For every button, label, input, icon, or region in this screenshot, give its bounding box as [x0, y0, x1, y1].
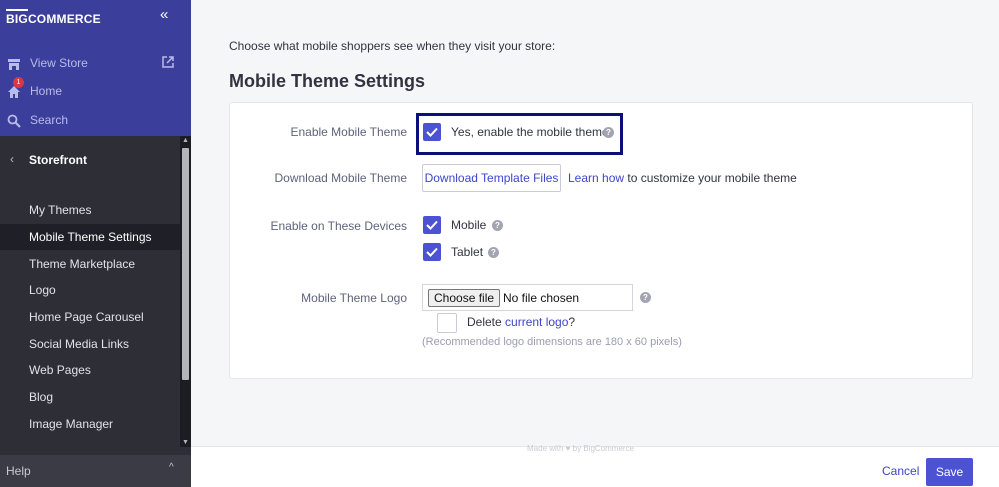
- sidebar-item-home-page-carousel[interactable]: Home Page Carousel: [0, 304, 180, 330]
- checkmark-icon: [426, 127, 438, 137]
- help-icon[interactable]: ?: [603, 127, 614, 138]
- delete-logo-text: Delete current logo?: [467, 315, 575, 329]
- cancel-button[interactable]: Cancel: [882, 464, 919, 478]
- tablet-device-checkbox[interactable]: [423, 243, 441, 261]
- main-content: Choose what mobile shoppers see when the…: [191, 0, 999, 487]
- customize-suffix: to customize your mobile theme: [627, 171, 797, 185]
- enable-mobile-theme-label: Enable Mobile Theme: [290, 125, 407, 139]
- delete-suffix: ?: [568, 315, 576, 329]
- page-title: Mobile Theme Settings: [229, 71, 426, 91]
- sidebar-item-mobile-theme-settings[interactable]: Mobile Theme Settings: [0, 224, 180, 250]
- chevron-up-icon: ^: [169, 462, 174, 473]
- sidebar-section-storefront[interactable]: ‹ Storefront: [0, 146, 180, 174]
- sidebar-item-logo[interactable]: Logo: [0, 277, 180, 303]
- search-icon: [7, 114, 21, 128]
- help-label: Help: [6, 464, 31, 478]
- bigcommerce-logo[interactable]: BIGCOMMERCE: [6, 9, 101, 26]
- sidebar-item-label: Search: [30, 113, 69, 127]
- tablet-option-label: Tablet: [451, 245, 484, 259]
- sidebar-item-label: Web Pages: [29, 363, 91, 377]
- mobile-device-checkbox[interactable]: [423, 216, 441, 234]
- logo-dimensions-hint: (Recommended logo dimensions are 180 x 6…: [422, 336, 682, 348]
- sidebar-item-label: View Store: [30, 56, 88, 70]
- sidebar-item-label: Social Media Links: [29, 337, 130, 351]
- current-logo-link[interactable]: current logo: [505, 315, 568, 329]
- help-icon[interactable]: ?: [492, 220, 503, 231]
- settings-card: Enable Mobile Theme Yes, enable the mobi…: [229, 102, 973, 379]
- intro-text: Choose what mobile shoppers see when the…: [229, 39, 556, 53]
- logo-rest-text: COMMERCE: [27, 12, 101, 26]
- download-mobile-theme-label: Download Mobile Theme: [274, 171, 407, 185]
- logo-file-input[interactable]: Choose file No file chosen: [422, 284, 633, 311]
- help-icon[interactable]: ?: [640, 292, 651, 303]
- mobile-option-label: Mobile: [451, 218, 487, 232]
- collapse-sidebar-icon[interactable]: «: [160, 6, 168, 23]
- sidebar-item-label: Home Page Carousel: [29, 310, 144, 324]
- choose-file-button[interactable]: Choose file: [428, 289, 501, 307]
- mobile-theme-logo-label: Mobile Theme Logo: [301, 291, 407, 305]
- sidebar-item-label: Blog: [29, 390, 54, 404]
- sidebar-item-blog[interactable]: Blog: [0, 384, 180, 410]
- sidebar-item-search[interactable]: Search: [0, 108, 191, 134]
- logo-big-text: BIG: [6, 9, 28, 26]
- footer-credit: Made with ♥ by BigCommerce: [527, 444, 635, 453]
- checkmark-icon: [426, 220, 438, 230]
- sidebar-item-my-themes[interactable]: My Themes: [0, 197, 180, 223]
- sidebar-item-label: Logo: [29, 283, 56, 297]
- checkmark-icon: [426, 247, 438, 257]
- learn-how-link[interactable]: Learn how: [568, 171, 624, 185]
- notification-badge: 1: [13, 77, 24, 88]
- store-icon: [8, 59, 20, 70]
- external-link-icon: [162, 56, 174, 68]
- sidebar-item-web-pages[interactable]: Web Pages: [0, 357, 180, 383]
- save-button[interactable]: Save: [926, 458, 973, 486]
- chevron-left-icon: ‹: [10, 152, 14, 166]
- help-icon[interactable]: ?: [488, 247, 499, 258]
- sidebar-help[interactable]: Help ^: [0, 455, 191, 487]
- delete-logo-checkbox[interactable]: [437, 313, 457, 333]
- sidebar: BIGCOMMERCE « View Store 1 Home Search ‹…: [0, 0, 191, 487]
- customize-text: Learn how to customize your mobile theme: [568, 171, 797, 185]
- sidebar-item-label: Mobile Theme Settings: [29, 230, 152, 244]
- sidebar-item-label: My Themes: [29, 203, 92, 217]
- scroll-down-icon[interactable]: ▼: [182, 439, 189, 446]
- scroll-up-icon[interactable]: ▲: [182, 137, 189, 144]
- sidebar-item-label: Home: [30, 84, 63, 98]
- enable-mobile-theme-checkbox[interactable]: [423, 123, 441, 141]
- file-status: No file chosen: [503, 291, 580, 305]
- sidebar-item-image-manager[interactable]: Image Manager: [0, 411, 180, 437]
- sidebar-item-social-media-links[interactable]: Social Media Links: [0, 331, 180, 357]
- sidebar-item-label: Image Manager: [29, 417, 114, 431]
- sidebar-item-view-store[interactable]: View Store: [0, 51, 191, 77]
- sidebar-item-theme-marketplace[interactable]: Theme Marketplace: [0, 251, 180, 277]
- enable-devices-label: Enable on These Devices: [270, 219, 407, 233]
- sidebar-item-label: Theme Marketplace: [29, 257, 136, 271]
- sidebar-scrollbar[interactable]: ▲ ▼: [180, 136, 191, 447]
- sidebar-header: BIGCOMMERCE « View Store 1 Home Search: [0, 0, 191, 136]
- sidebar-section-label: Storefront: [29, 153, 87, 167]
- download-template-files-button[interactable]: Download Template Files: [422, 164, 561, 192]
- sidebar-item-home[interactable]: 1 Home: [0, 77, 191, 105]
- action-footer: Made with ♥ by BigCommerce Cancel Save: [191, 444, 999, 487]
- delete-prefix: Delete: [467, 315, 502, 329]
- enable-mobile-theme-option-label: Yes, enable the mobile theme: [451, 125, 609, 139]
- scrollbar-thumb[interactable]: [182, 148, 189, 380]
